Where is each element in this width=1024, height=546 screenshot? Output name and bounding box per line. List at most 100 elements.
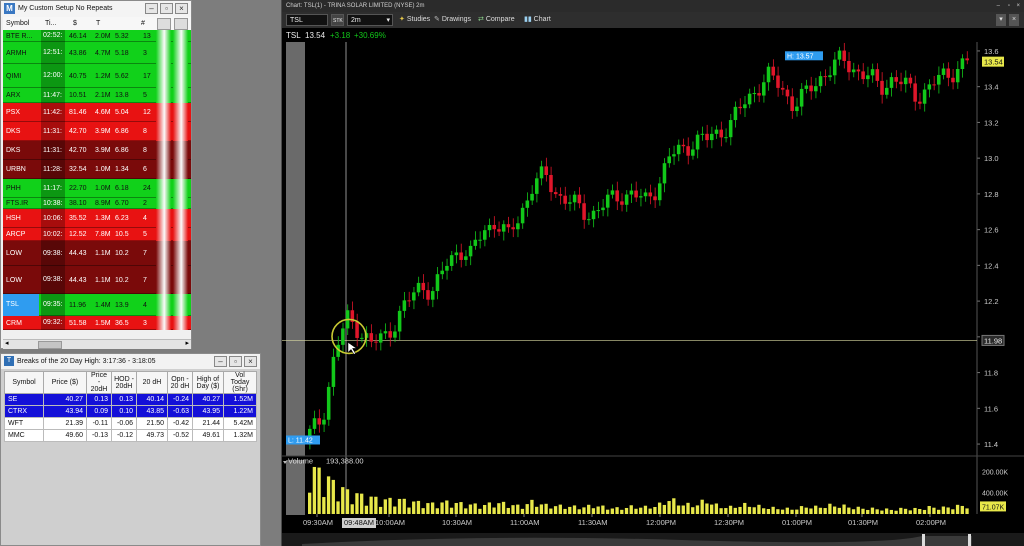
cell-count: 6	[143, 166, 147, 173]
table-row[interactable]: BTE R... 02:52: 46.14 2.0M 5.32 13	[3, 30, 191, 42]
volume-bar	[634, 508, 638, 514]
volume-bar	[932, 507, 936, 514]
candle-body	[951, 77, 955, 83]
security-type-button[interactable]: STK	[331, 14, 344, 26]
candle-body	[932, 84, 936, 86]
cell-value: 43.95	[192, 405, 224, 418]
scroll-left-icon[interactable]: ◂	[5, 339, 9, 347]
breaks-window[interactable]: T Breaks of the 20 Day High: 3:17:36 - 3:…	[0, 353, 261, 546]
table-row[interactable]: CTRX 43.94 0.09 0.10 43.85 -0.63 43.95 1.22M	[4, 405, 257, 418]
table-row[interactable]: URBN 11:28: 32.54 1.0M 1.34 6	[3, 160, 191, 179]
volume-bar	[695, 505, 700, 514]
column-header[interactable]: HOD - 20dH	[111, 371, 137, 394]
table-row[interactable]: HSH 10:06: 35.52 1.3M 6.23 4	[3, 209, 191, 228]
table-row[interactable]: ARX 11:47: 10.51 2.1M 13.8 5	[3, 88, 191, 103]
restore-icon[interactable]: ▫	[1008, 0, 1010, 12]
candle-body	[832, 59, 837, 76]
cell-time: 09:35:	[41, 294, 65, 316]
column-header[interactable]: Symbol	[4, 371, 44, 394]
cell-value: -0.11	[86, 417, 112, 430]
table-row[interactable]: QIMI 12:00: 40.75 1.2M 5.62 17	[3, 64, 191, 88]
table-row[interactable]: CRM 09:32: 51.58 1.5M 36.5 3	[3, 316, 191, 330]
chart-titlebar[interactable]: Chart: TSL(1) - TRINA SOLAR LIMITED (NYS…	[282, 0, 1024, 12]
column-header[interactable]: Price ($)	[43, 371, 87, 394]
volume-bar	[875, 509, 879, 514]
table-row[interactable]: PSX 11:42: 81.46 4.6M 5.04 12	[3, 103, 191, 122]
table-row[interactable]: LOW 09:38: 44.43 1.1M 10.2 7	[3, 241, 191, 266]
scroll-right-icon[interactable]: ▸	[185, 339, 189, 347]
chart-menu-button[interactable]: ▮▮ Chart	[524, 14, 551, 26]
close-icon[interactable]: ×	[1009, 14, 1019, 26]
column-header-volume[interactable]: T	[96, 17, 100, 30]
minimize-icon[interactable]: –	[214, 356, 227, 367]
volume-bar	[440, 502, 444, 514]
column-header-symbol[interactable]: Symbol	[6, 17, 29, 30]
scanner-titlebar[interactable]: M My Custom Setup No Repeats – ▫ ×	[1, 1, 191, 17]
scroller-handle-left[interactable]	[922, 534, 925, 546]
indicator-bar	[173, 30, 188, 42]
chart-window-title: Chart: TSL(1) - TRINA SOLAR LIMITED (NYS…	[286, 3, 425, 9]
table-row[interactable]: ARCP 10:02: 12.52 7.8M 10.5 5	[3, 228, 191, 241]
column-header-count[interactable]: #	[141, 17, 145, 30]
column-header-price[interactable]: $	[73, 17, 77, 30]
chart-window[interactable]: Chart: TSL(1) - TRINA SOLAR LIMITED (NYS…	[281, 0, 1024, 546]
table-row[interactable]: WFT 21.39 -0.11 -0.06 21.50 -0.42 21.44 5.42M	[4, 417, 257, 430]
volume-bar	[946, 507, 950, 514]
interval-select[interactable]: 2m ▾	[347, 14, 393, 26]
table-row[interactable]: TSL 09:35: 11.96 1.4M 13.9 4	[3, 294, 191, 316]
volume-bar	[941, 506, 946, 514]
candle-body	[738, 106, 742, 109]
cell-value: 1.22M	[223, 405, 257, 418]
column-config-icon[interactable]	[157, 18, 171, 30]
restore-icon[interactable]: ▫	[229, 356, 242, 367]
scroller-handle-right[interactable]	[968, 534, 971, 546]
table-row[interactable]: DKS 11:31: 42.70 3.9M 6.86 8	[3, 141, 191, 160]
candle-body	[501, 224, 506, 232]
column-header[interactable]: Vol Today (Shr)	[223, 371, 257, 394]
column-header[interactable]: High of Day ($)	[192, 371, 224, 394]
table-row[interactable]: PHH 11:17: 22.70 1.0M 6.18 24	[3, 179, 191, 198]
candle-body	[913, 83, 917, 102]
close-icon[interactable]: ×	[175, 3, 188, 14]
minimize-icon[interactable]: –	[145, 3, 158, 14]
table-row[interactable]: SE 40.27 0.13 0.13 40.14 -0.24 40.27 1.52M	[4, 393, 257, 406]
cell-count: 17	[143, 72, 151, 80]
close-icon[interactable]: ×	[244, 356, 257, 367]
minimize-icon[interactable]: –	[997, 0, 1000, 12]
table-row[interactable]: LOW 09:38: 44.43 1.1M 10.2 7	[3, 266, 191, 294]
volume-bar	[927, 506, 931, 514]
column-header[interactable]: Price - 20dH	[86, 371, 112, 394]
table-row[interactable]: FTS.IR 10:38: 38.10 8.9M 6.70 2	[3, 198, 191, 209]
cell-volume: 3.9M	[95, 147, 111, 154]
candle-body	[445, 265, 449, 271]
drawings-button[interactable]: ✎ Drawings	[434, 14, 471, 26]
restore-icon[interactable]: ▫	[160, 3, 173, 14]
compare-button[interactable]: ⇄ Compare	[478, 14, 515, 26]
scanner-window[interactable]: M My Custom Setup No Repeats – ▫ × Symbol…	[0, 0, 192, 349]
price-chart[interactable]: TSL 13.54 +3.18 +30.69% 13.6 13.4 13.2 13.0 12.8…	[282, 28, 1024, 546]
cell-time: 09:38:	[41, 266, 65, 294]
cell-time: 09:38:	[41, 241, 65, 266]
candle-body	[397, 310, 402, 332]
candle-body	[497, 229, 501, 232]
table-row[interactable]: DKS 11:31: 42.70 3.9M 6.86 8	[3, 122, 191, 141]
chevron-down-icon[interactable]: ▾	[996, 14, 1006, 26]
column-header-time[interactable]: Ti...	[45, 17, 56, 30]
symbol-input[interactable]: TSL	[286, 14, 328, 26]
breaks-titlebar[interactable]: T Breaks of the 20 Day High: 3:17:36 - 3:…	[1, 354, 260, 369]
volume-bar	[317, 467, 321, 514]
table-row[interactable]: ARMH 12:51: 43.86 4.7M 5.18 3	[3, 42, 191, 64]
column-header[interactable]: Opn - 20 dH	[167, 371, 193, 394]
volume-bar	[657, 502, 662, 514]
cell-price: 22.70	[69, 185, 87, 192]
candle-body	[776, 75, 780, 88]
volume-axis-label: 400.00K	[982, 491, 1008, 498]
column-header[interactable]: 20 dH	[136, 371, 168, 394]
studies-button[interactable]: ✦ Studies	[399, 14, 430, 26]
close-icon[interactable]: ×	[1016, 0, 1020, 12]
table-row[interactable]: MMC 49.60 -0.13 -0.12 49.73 -0.52 49.61 1.32M	[4, 429, 257, 442]
column-config-icon[interactable]	[174, 18, 188, 30]
scrollbar-thumb[interactable]	[38, 341, 62, 349]
horizontal-scrollbar[interactable]: ◂ ▸	[3, 339, 191, 349]
candle-body	[464, 256, 468, 260]
